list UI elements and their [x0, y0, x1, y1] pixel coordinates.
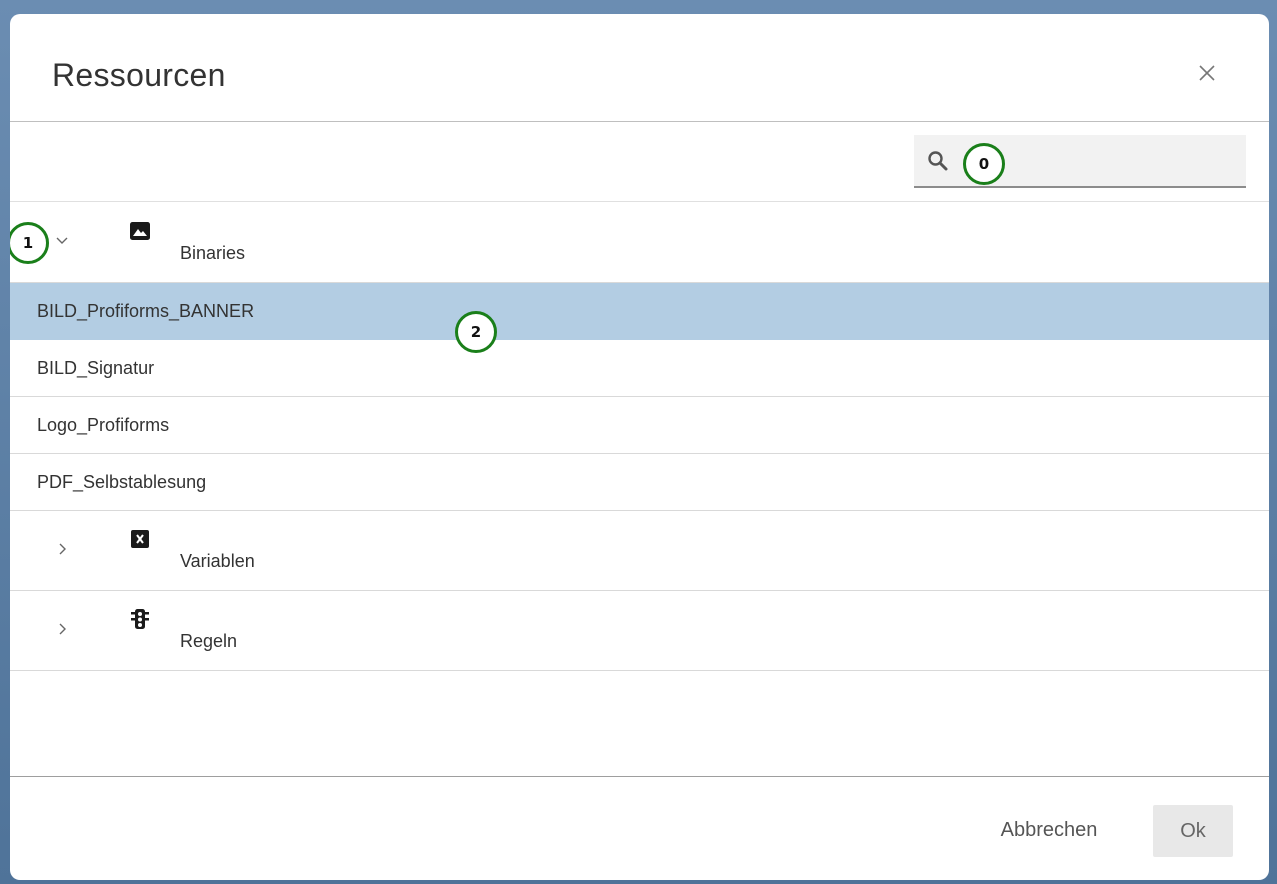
- tree-item-bild-profiforms-banner[interactable]: BILD_Profiforms_BANNER 2: [10, 283, 1269, 353]
- resource-tree: Binaries 1 BILD_Profiforms_BANNER 2 BILD…: [10, 203, 1269, 671]
- traffic-light-icon: [131, 609, 149, 629]
- tree-item-label: BILD_Profiforms_BANNER: [37, 301, 255, 321]
- ok-button[interactable]: Ok: [1153, 805, 1233, 857]
- chevron-right-icon[interactable]: [54, 541, 70, 557]
- chevron-right-icon[interactable]: [54, 621, 70, 637]
- dialog-footer: Abbrechen Ok: [10, 776, 1269, 880]
- chevron-down-icon[interactable]: [54, 233, 70, 249]
- tree-item-logo-profiforms[interactable]: Logo_Profiforms: [10, 397, 1269, 454]
- dialog-header: Ressourcen: [10, 14, 1269, 122]
- search-bar: 0: [10, 122, 1269, 202]
- search-icon: [928, 151, 948, 171]
- tree-item-pdf-selbstablesung[interactable]: PDF_Selbstablesung: [10, 454, 1269, 511]
- tree-item-label: BILD_Signatur: [37, 358, 155, 378]
- tree-item-label: Logo_Profiforms: [37, 415, 170, 435]
- close-button[interactable]: [1194, 60, 1220, 86]
- tree-group-regeln[interactable]: Regeln: [10, 591, 1269, 671]
- tree-group-label: Variablen: [180, 551, 255, 571]
- tree-group-binaries[interactable]: Binaries: [10, 203, 1269, 283]
- variable-icon: [131, 530, 149, 548]
- tree-group-label: Regeln: [180, 631, 238, 651]
- image-icon: [130, 222, 150, 240]
- annotation-marker-0: 0: [963, 143, 1005, 185]
- resources-dialog: Ressourcen 0 Binaries 1 BILD_Profiforms_…: [10, 14, 1269, 880]
- dialog-title: Ressourcen: [52, 57, 226, 93]
- tree-group-variablen[interactable]: Variablen: [10, 511, 1269, 591]
- tree-item-bild-signatur[interactable]: BILD_Signatur: [10, 340, 1269, 397]
- cancel-button[interactable]: Abbrechen: [974, 805, 1124, 855]
- close-icon: [1199, 65, 1215, 81]
- tree-group-label: Binaries: [180, 243, 246, 263]
- tree-item-label: PDF_Selbstablesung: [37, 472, 207, 492]
